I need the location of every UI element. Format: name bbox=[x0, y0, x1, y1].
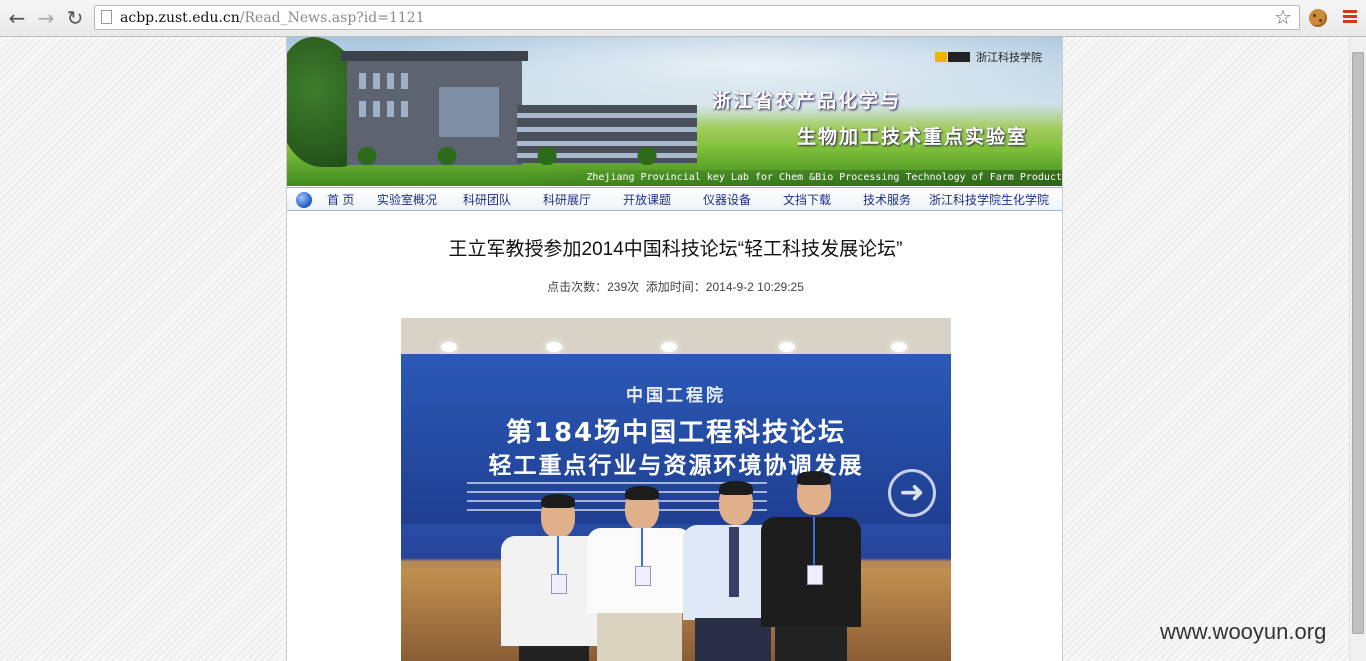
photo-banner-line2: 轻工重点行业与资源环境协调发展 bbox=[488, 453, 864, 479]
article-photo: 中国工程院 第184场中国工程科技论坛 轻工重点行业与资源环境协调发展 ➜ bbox=[401, 318, 951, 661]
url-text[interactable]: acbp.zust.edu.cn/Read_News.asp?id=1121 bbox=[120, 10, 425, 26]
nav-research-hall[interactable]: 科研展厅 bbox=[543, 192, 591, 208]
globe-icon bbox=[296, 192, 312, 208]
back-icon[interactable]: ← bbox=[5, 6, 29, 30]
nav-tech-services[interactable]: 技术服务 bbox=[863, 192, 911, 208]
nav-home[interactable]: 首 页 bbox=[327, 192, 354, 208]
article-meta: 点击次数：239次 添加时间：2014-9-2 10:29:25 bbox=[547, 280, 804, 294]
nav-lab-overview[interactable]: 实验室概况 bbox=[377, 192, 437, 208]
site-banner: 浙江科技学院 浙江省农产品化学与 生物加工技术重点实验室 Zhejiang Pr… bbox=[287, 37, 1062, 186]
nav-college-link[interactable]: 浙江科技学院生化学院 bbox=[929, 192, 1049, 208]
address-bar[interactable]: acbp.zust.edu.cn/Read_News.asp?id=1121 bbox=[94, 5, 1300, 30]
nav-downloads[interactable]: 文挡下载 bbox=[783, 192, 831, 208]
next-arrow-icon[interactable]: ➜ bbox=[888, 469, 936, 517]
photo-org-text: 中国工程院 bbox=[626, 386, 726, 406]
banner-title-line1: 浙江省农产品化学与 bbox=[712, 90, 902, 112]
main-nav: 首 页 实验室概况 科研团队 科研展厅 开放课题 仪器设备 文挡下载 技术服务 … bbox=[287, 187, 1062, 211]
article-title: 王立军教授参加2014中国科技论坛“轻工科技发展论坛” bbox=[448, 239, 903, 260]
scrollbar-thumb[interactable] bbox=[1352, 52, 1364, 634]
nav-instruments[interactable]: 仪器设备 bbox=[703, 192, 751, 208]
logo-text: 浙江科技学院 bbox=[976, 51, 1042, 64]
reload-icon[interactable]: ↻ bbox=[63, 6, 87, 30]
nav-research-team[interactable]: 科研团队 bbox=[463, 192, 511, 208]
page-content: 浙江科技学院 浙江省农产品化学与 生物加工技术重点实验室 Zhejiang Pr… bbox=[286, 37, 1063, 661]
url-path: /Read_News.asp?id=1121 bbox=[239, 10, 425, 26]
forward-icon[interactable]: → bbox=[34, 6, 58, 30]
photo-banner-line1: 第184场中国工程科技论坛 bbox=[505, 418, 847, 448]
school-logo: 浙江科技学院 bbox=[935, 49, 1042, 65]
vertical-scrollbar[interactable] bbox=[1349, 37, 1366, 661]
nav-open-projects[interactable]: 开放课题 bbox=[623, 192, 671, 208]
watermark: www.wooyun.org bbox=[1160, 619, 1327, 644]
menu-icon[interactable] bbox=[1343, 10, 1357, 24]
banner-english-subtitle: Zhejiang Provincial key Lab for Chem &Bi… bbox=[287, 170, 1062, 186]
url-host: acbp.zust.edu.cn bbox=[120, 10, 240, 26]
page-icon bbox=[101, 10, 112, 24]
browser-toolbar: ← → ↻ acbp.zust.edu.cn/Read_News.asp?id=… bbox=[0, 0, 1366, 37]
banner-title-line2: 生物加工技术重点实验室 bbox=[797, 126, 1029, 148]
cookie-extension-icon[interactable] bbox=[1309, 9, 1327, 27]
bookmark-star-icon[interactable]: ☆ bbox=[1274, 7, 1292, 27]
